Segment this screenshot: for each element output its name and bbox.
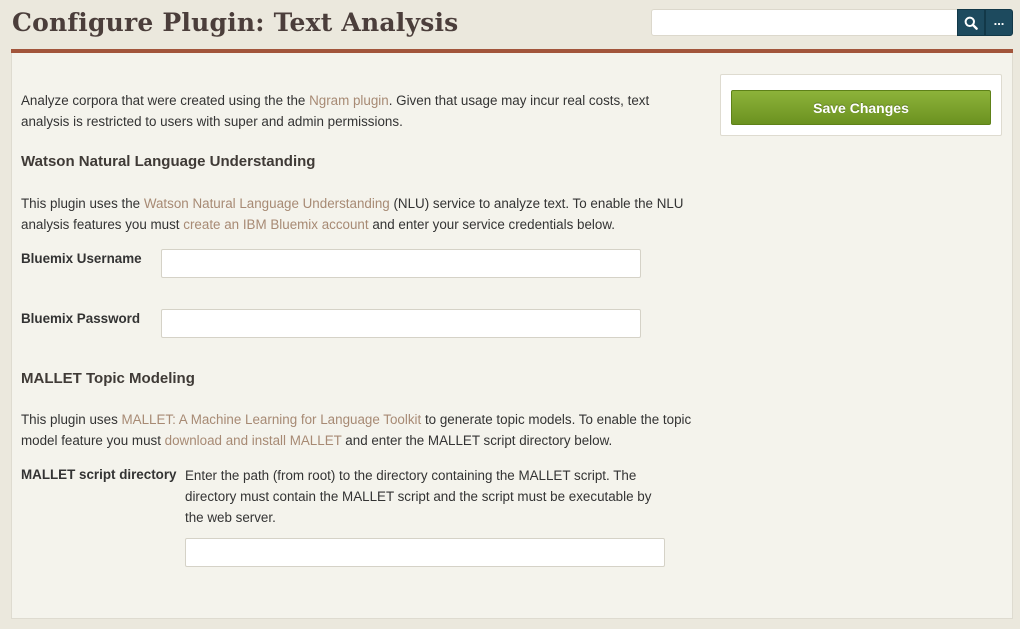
search-options-button[interactable]: ... (985, 9, 1013, 36)
mallet-heading: MALLET Topic Modeling (21, 370, 195, 387)
intro-text-start: Analyze corpora that were created using … (21, 93, 310, 108)
mallet-description: This plugin uses MALLET: A Machine Learn… (21, 409, 701, 451)
watson-desc-part: This plugin uses the (21, 196, 144, 211)
watson-desc-part: and enter your service credentials below… (368, 217, 615, 232)
mallet-desc-part: and enter the MALLET script directory be… (341, 433, 613, 448)
mallet-directory-field[interactable] (185, 538, 665, 567)
page-header: Configure Plugin: Text Analysis ... (0, 0, 1020, 50)
ngram-plugin-link[interactable]: Ngram plugin (309, 93, 389, 108)
search-button[interactable] (957, 9, 985, 36)
watson-heading: Watson Natural Language Understanding (21, 153, 316, 170)
search-bar: ... (651, 9, 1013, 36)
bluemix-username-label: Bluemix Username (21, 251, 142, 266)
watson-description: This plugin uses the Watson Natural Lang… (21, 193, 701, 235)
watson-nlu-link[interactable]: Watson Natural Language Understanding (144, 196, 390, 211)
mallet-directory-hint: Enter the path (from root) to the direct… (185, 468, 652, 525)
bluemix-password-label: Bluemix Password (21, 311, 141, 326)
bluemix-password-field[interactable] (161, 309, 641, 338)
mallet-toolkit-link[interactable]: MALLET: A Machine Learning for Language … (121, 412, 421, 427)
ibm-bluemix-account-link[interactable]: create an IBM Bluemix account (183, 217, 368, 232)
mallet-directory-label: MALLET script directory (21, 467, 177, 482)
install-mallet-link[interactable]: download and install MALLET (165, 433, 342, 448)
search-input[interactable] (651, 9, 958, 36)
save-changes-button[interactable]: Save Changes (731, 90, 991, 125)
page-title: Configure Plugin: Text Analysis (12, 8, 459, 37)
save-panel: Save Changes (720, 74, 1002, 136)
intro-text: Analyze corpora that were created using … (21, 90, 701, 132)
search-icon (964, 16, 978, 30)
bluemix-username-field[interactable] (161, 249, 641, 278)
mallet-desc-part: This plugin uses (21, 412, 122, 427)
